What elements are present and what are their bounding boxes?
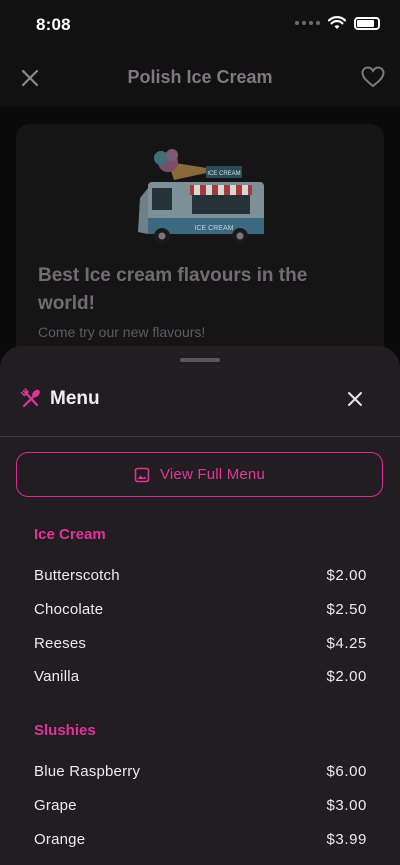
menu-section-slushies: Slushies Blue Raspberry $6.00 Grape $3.0… — [34, 722, 367, 856]
signal-icon — [295, 21, 320, 25]
item-price: $2.50 — [326, 601, 367, 619]
heart-icon[interactable] — [360, 64, 386, 90]
truck-sign-side: ICE CREAM — [195, 225, 234, 232]
section-title: Ice Cream — [34, 526, 106, 543]
list-item[interactable]: Reeses $4.25 — [34, 626, 367, 660]
item-name: Chocolate — [34, 601, 104, 619]
list-item[interactable]: Blue Raspberry $6.00 — [34, 755, 367, 789]
top-nav-bar: Polish Ice Cream — [0, 52, 400, 106]
page-title: Polish Ice Cream — [127, 67, 273, 87]
section-title: Slushies — [34, 722, 96, 739]
wifi-icon — [328, 16, 346, 29]
item-name: Orange — [34, 830, 86, 848]
item-price: $3.00 — [326, 797, 367, 815]
list-item[interactable]: Vanilla $2.00 — [34, 660, 367, 694]
item-price: $3.99 — [326, 830, 367, 848]
status-time: 8:08 — [36, 15, 71, 34]
list-item[interactable]: Chocolate $2.50 — [34, 593, 367, 627]
item-price: $6.00 — [326, 763, 367, 781]
sheet-drag-handle[interactable] — [180, 358, 220, 362]
card-headline: Best Ice cream flavours in the world! — [38, 265, 308, 314]
item-price: $2.00 — [326, 668, 367, 686]
item-name: Reeses — [34, 634, 87, 652]
view-full-menu-button[interactable]: View Full Menu — [16, 452, 383, 497]
utensils-icon — [20, 388, 40, 408]
close-icon[interactable] — [346, 390, 364, 408]
image-icon — [134, 467, 150, 482]
status-icons — [295, 16, 380, 30]
menu-section-ice-cream: Ice Cream Butterscotch $2.00 Chocolate $… — [34, 526, 367, 694]
status-bar: 8:08 — [0, 0, 400, 52]
ice-cream-truck-illustration: ICE CREAM ICE CREAM — [138, 149, 264, 244]
divider — [0, 436, 400, 437]
item-price: $4.25 — [326, 634, 367, 652]
card-subtitle: Come try our new flavours! — [38, 324, 206, 340]
list-item[interactable]: Orange $3.99 — [34, 822, 367, 856]
list-item[interactable]: Grape $3.00 — [34, 789, 367, 823]
item-price: $2.00 — [326, 567, 367, 585]
item-name: Grape — [34, 797, 77, 815]
list-item[interactable]: Butterscotch $2.00 — [34, 559, 367, 593]
battery-icon — [354, 16, 380, 30]
item-name: Blue Raspberry — [34, 763, 141, 781]
menu-bottom-sheet: Menu View Full Menu Ice Cream Butterscot… — [0, 346, 400, 865]
item-name: Butterscotch — [34, 567, 120, 585]
sheet-title: Menu — [50, 388, 100, 409]
item-name: Vanilla — [34, 668, 80, 686]
truck-sign-top: ICE CREAM — [207, 171, 240, 177]
truck-card: ICE CREAM ICE CREAM Best Ice cream flavo… — [16, 124, 384, 384]
view-full-menu-label: View Full Menu — [159, 466, 266, 483]
sheet-header: Menu — [0, 376, 400, 424]
